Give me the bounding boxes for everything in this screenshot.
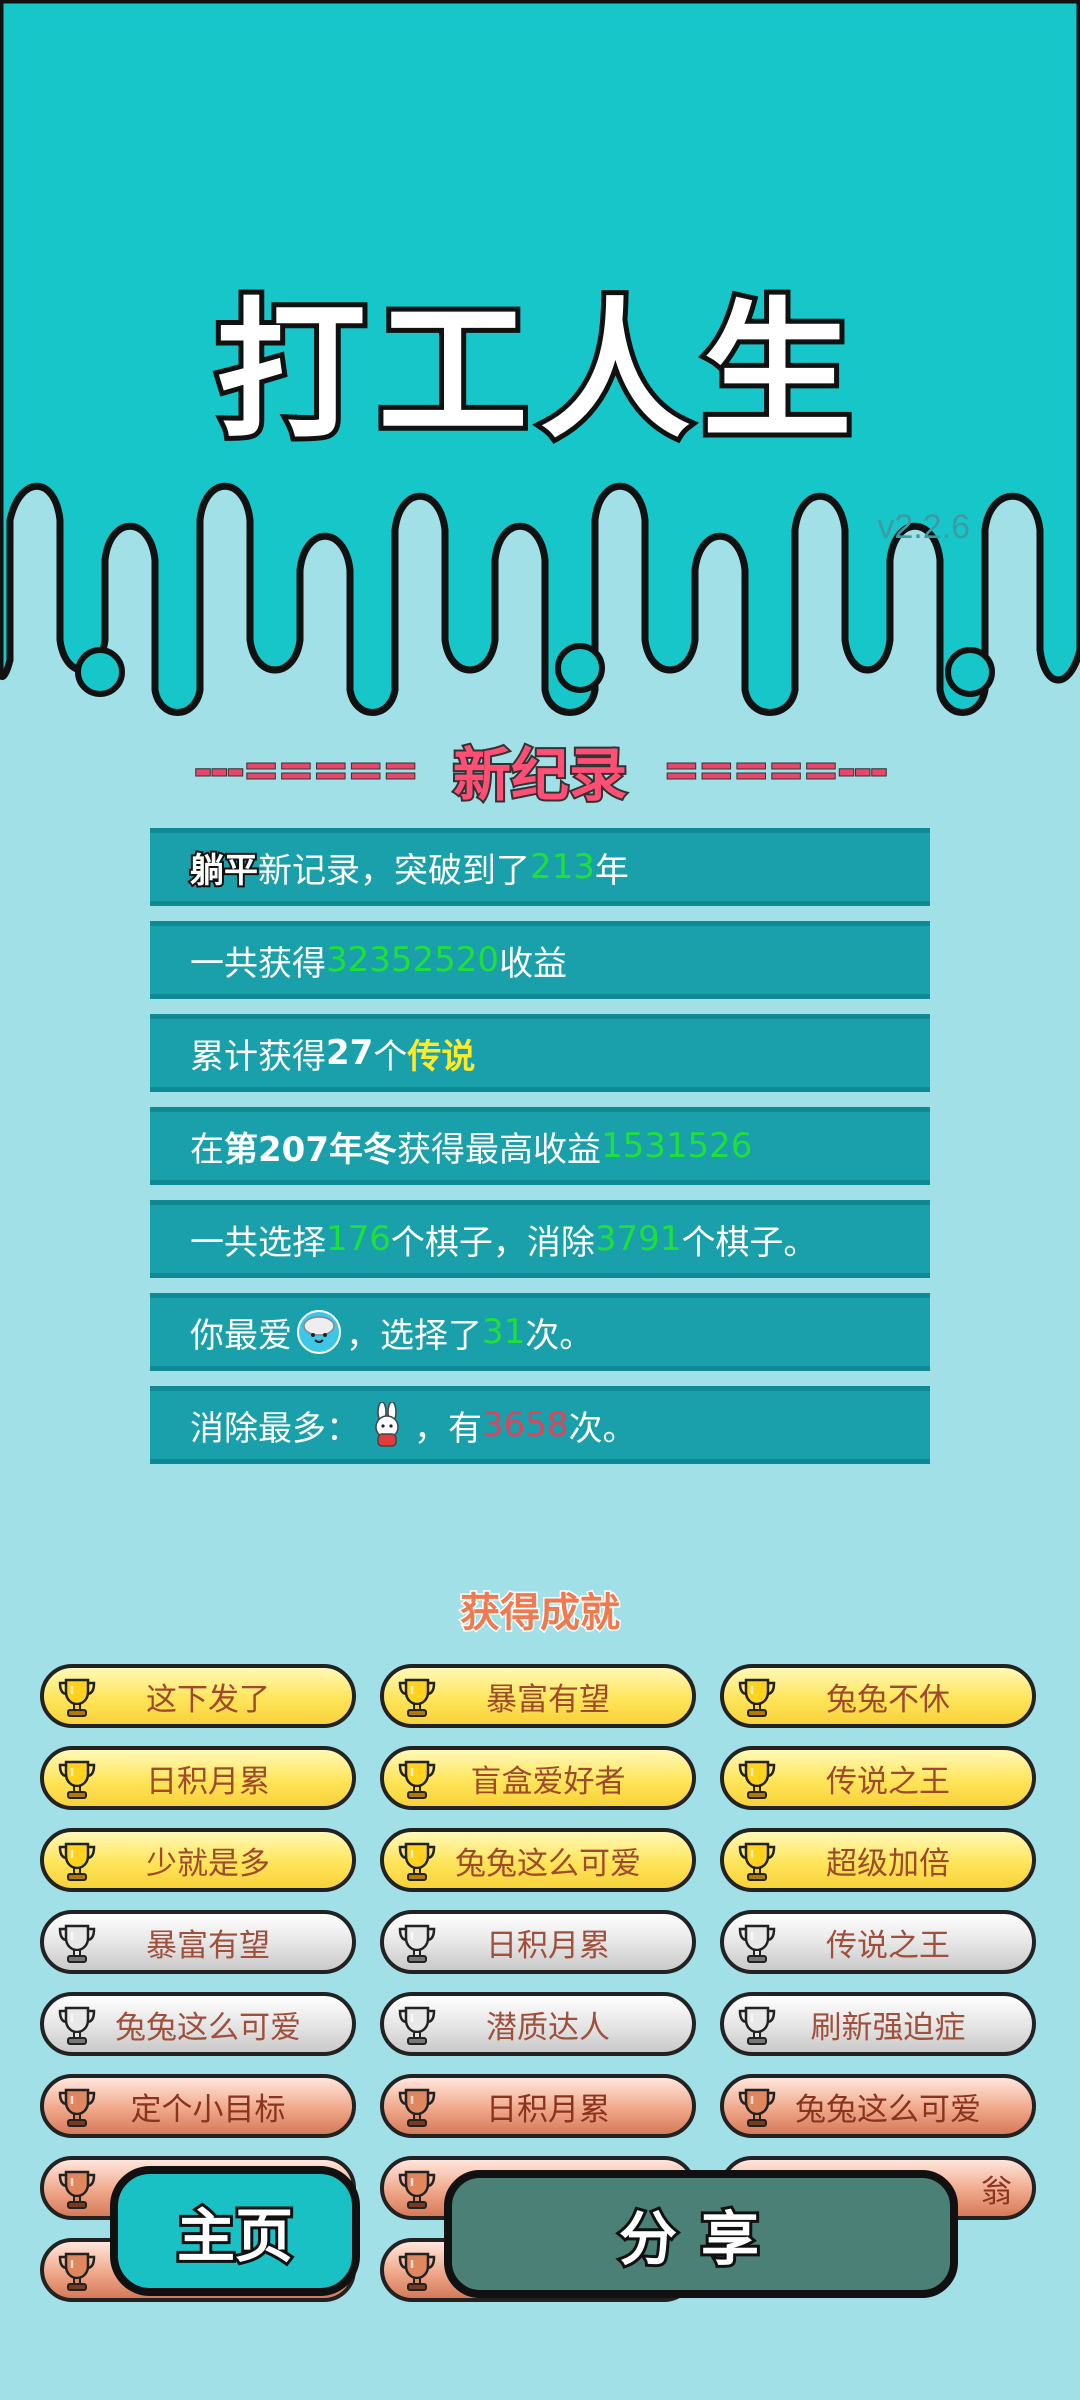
most-cleared-times-value: 3658 bbox=[482, 1405, 569, 1445]
stat-row-most-cleared: 消除最多： ，有 3658 次。 bbox=[150, 1386, 930, 1464]
silver-trophy-icon bbox=[734, 1920, 780, 1966]
legend-label: 传说 bbox=[407, 1036, 476, 1077]
achievement-badge: 兔兔这么可爱 bbox=[380, 1828, 696, 1892]
stat-row-income: 一共获得 32352520 收益 bbox=[150, 921, 930, 999]
stat-text: 次。 bbox=[568, 1408, 637, 1449]
stat-text: 年 bbox=[594, 850, 629, 891]
max-income-value: 1531526 bbox=[600, 1126, 753, 1166]
gold-trophy-icon bbox=[394, 1674, 440, 1720]
gold-trophy-icon bbox=[394, 1838, 440, 1884]
gold-trophy-icon bbox=[54, 1756, 100, 1802]
years-value: 213 bbox=[530, 847, 595, 887]
achievement-badge: 超级加倍 bbox=[720, 1828, 1036, 1892]
achievement-badge: 日积月累 bbox=[380, 1910, 696, 1974]
favorite-times-value: 31 bbox=[482, 1312, 526, 1352]
stat-text: 获得最高收益 bbox=[396, 1129, 601, 1170]
tag-flat-label: 躺平 bbox=[188, 849, 260, 893]
stat-text: 个 bbox=[373, 1036, 408, 1077]
chosen-value: 176 bbox=[326, 1219, 391, 1259]
home-button[interactable]: 主页 bbox=[110, 2166, 360, 2296]
stat-row-pieces: 一共选择 176 个棋子，消除 3791 个棋子。 bbox=[150, 1200, 930, 1278]
gold-trophy-icon bbox=[734, 1674, 780, 1720]
stat-row-max-income: 在 第207年冬 获得最高收益 1531526 bbox=[150, 1107, 930, 1185]
bronze-trophy-icon bbox=[54, 2166, 100, 2212]
bronze-trophy-icon bbox=[394, 2166, 440, 2212]
stat-text: ，选择了 bbox=[346, 1315, 482, 1356]
rabbit-icon bbox=[375, 1402, 399, 1447]
achievement-badge: 暴富有望 bbox=[40, 1910, 356, 1974]
season-value: 第207年冬 bbox=[224, 1129, 397, 1170]
gold-trophy-icon bbox=[394, 1756, 440, 1802]
stat-text: 一共选择 bbox=[190, 1222, 326, 1263]
gold-trophy-icon bbox=[54, 1674, 100, 1720]
stat-text: 你最爱 bbox=[190, 1315, 292, 1356]
new-record-heading: ---===== 新纪录 =====--- bbox=[0, 730, 1080, 811]
achievement-badge: 传说之王 bbox=[720, 1746, 1036, 1810]
income-value: 32352520 bbox=[326, 940, 500, 980]
heading-right-dashes: =====--- bbox=[662, 744, 889, 797]
bronze-trophy-icon bbox=[394, 2084, 440, 2130]
achievement-badge: 潜质达人 bbox=[380, 1992, 696, 2056]
bronze-trophy-icon bbox=[54, 2248, 100, 2294]
silver-trophy-icon bbox=[734, 2002, 780, 2048]
stat-text: 在 bbox=[190, 1129, 224, 1170]
silver-trophy-icon bbox=[54, 2002, 100, 2048]
achievement-badge: 刷新强迫症 bbox=[720, 1992, 1036, 2056]
achievement-badge: 日积月累 bbox=[380, 2074, 696, 2138]
achievement-badge: 盲盒爱好者 bbox=[380, 1746, 696, 1810]
legend-count-value: 27 bbox=[326, 1033, 374, 1073]
gold-trophy-icon bbox=[54, 1838, 100, 1884]
stat-row-favorite: 你最爱 ，选择了 31 次。 bbox=[150, 1293, 930, 1371]
stat-text: 新记录，突破到了 bbox=[258, 850, 530, 891]
stat-text: 消除最多： bbox=[190, 1408, 360, 1449]
new-record-title: 新纪录 bbox=[451, 739, 629, 811]
game-title: 打工人生 bbox=[211, 280, 864, 464]
cleared-value: 3791 bbox=[594, 1219, 682, 1259]
bronze-trophy-icon bbox=[54, 2084, 100, 2130]
silver-trophy-icon bbox=[394, 1920, 440, 1966]
stat-row-legend: 累计获得 27 个 传说 bbox=[150, 1014, 930, 1092]
achievements-title: 获得成就 bbox=[459, 1589, 622, 1638]
rice-bowl-icon bbox=[297, 1310, 341, 1354]
stat-text: 个棋子，消除 bbox=[390, 1222, 595, 1263]
achievement-badge: 定个小目标 bbox=[40, 2074, 356, 2138]
stats-list: 躺平 新记录，突破到了 213 年 一共获得 32352520 收益 累计获得 … bbox=[150, 828, 930, 1479]
stat-text: 收益 bbox=[499, 943, 568, 984]
achievement-badge: 少就是多 bbox=[40, 1828, 356, 1892]
achievement-badge: 暴富有望 bbox=[380, 1664, 696, 1728]
achievement-badge: 传说之王 bbox=[720, 1910, 1036, 1974]
version-label: v2.2.6 bbox=[877, 508, 970, 546]
stat-row-years: 躺平 新记录，突破到了 213 年 bbox=[150, 828, 930, 906]
achievement-badge: 兔兔这么可爱 bbox=[40, 1992, 356, 2056]
achievement-badge: 日积月累 bbox=[40, 1746, 356, 1810]
stat-text: 累计获得 bbox=[190, 1036, 326, 1077]
achievement-badge: 这下发了 bbox=[40, 1664, 356, 1728]
silver-trophy-icon bbox=[54, 1920, 100, 1966]
gold-trophy-icon bbox=[734, 1838, 780, 1884]
stat-text: 次。 bbox=[525, 1315, 594, 1356]
gold-trophy-icon bbox=[734, 1756, 780, 1802]
silver-trophy-icon bbox=[394, 2002, 440, 2048]
stat-text: 一共获得 bbox=[190, 943, 326, 984]
stat-text: 个棋子。 bbox=[681, 1222, 818, 1263]
share-button[interactable]: 分享 bbox=[444, 2170, 958, 2298]
bronze-trophy-icon bbox=[394, 2248, 440, 2294]
achievement-badge: 兔兔不休 bbox=[720, 1664, 1036, 1728]
achievement-badge: 兔兔这么可爱 bbox=[720, 2074, 1036, 2138]
heading-left-dashes: ---===== bbox=[193, 744, 420, 797]
stat-text: ，有 bbox=[414, 1408, 482, 1449]
bronze-trophy-icon bbox=[734, 2084, 780, 2130]
